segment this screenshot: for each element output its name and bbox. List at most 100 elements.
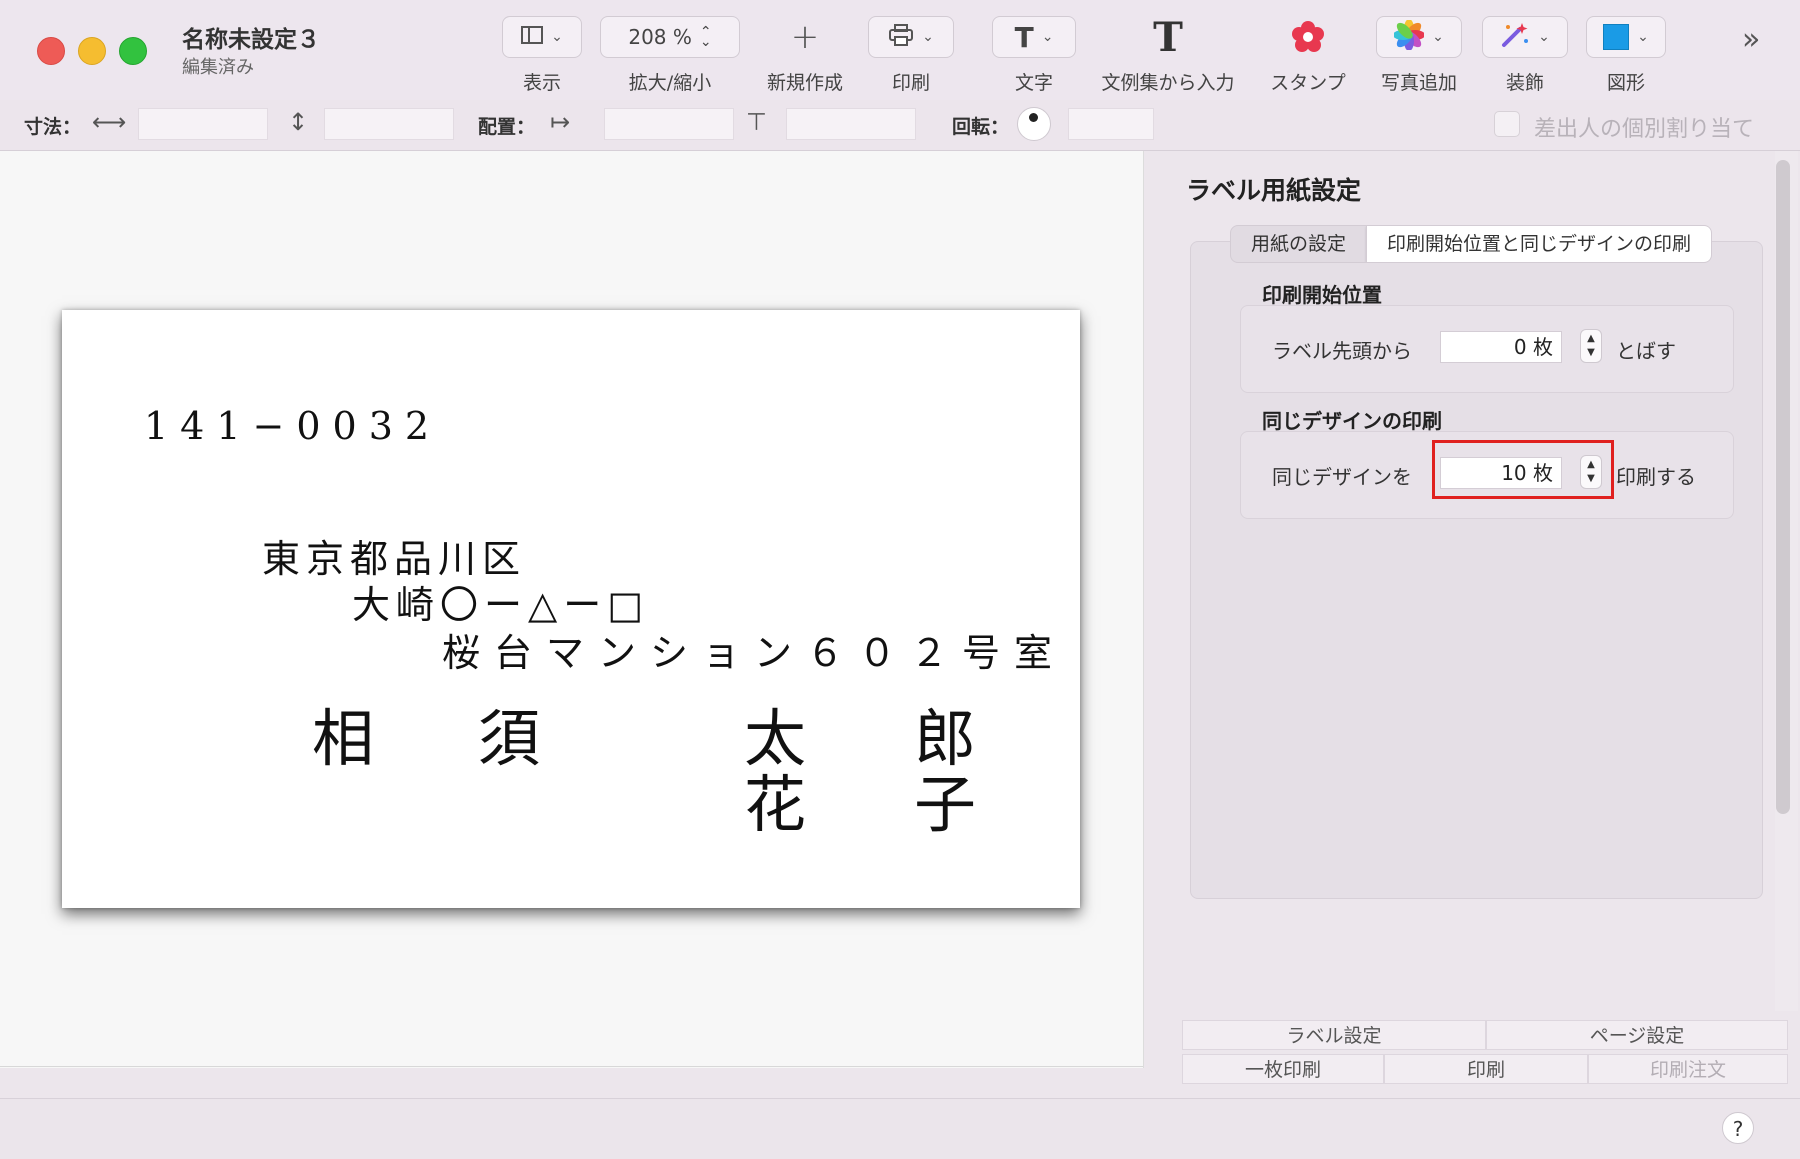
decoration-button[interactable]: ⌄ [1482,16,1568,58]
serif-t-icon[interactable]: T [1096,14,1240,61]
new-toolbar-item[interactable]: + 新規作成 [762,16,848,95]
document-title: 名称未設定３ [182,27,320,53]
help-button[interactable]: ? [1722,1112,1754,1144]
label-settings-panel: ラベル用紙設定 用紙の設定 印刷開始位置と同じデザインの印刷 印刷開始位置 ラベ… [1170,151,1775,1011]
stepper-up-icon[interactable]: ▲ [1587,332,1595,346]
titlebar: 名称未設定３ 編集済み ⌄ 表示 208 % ⌃ ⌄ 拡大/縮小 + 新規作成 ⌄ [0,0,1800,101]
property-bar: 寸法： ⟷ ↕ 配置： ↦ ⊤ 回転： [0,100,1800,151]
same-row-label: 同じデザインを [1272,465,1412,489]
photos-icon [1393,18,1426,55]
panel-tabs: 用紙の設定 印刷開始位置と同じデザインの印刷 [1230,225,1713,263]
size-label: 寸法： [24,116,82,138]
panel-bottom-buttons: ラベル設定 ページ設定 一枚印刷 印刷 印刷注文 [1182,1020,1788,1090]
zoom-window-button[interactable] [119,37,147,65]
view-toolbar-item[interactable]: ⌄ 表示 [502,16,582,95]
start-position-group-title: 印刷開始位置 [1262,283,1382,307]
address-line-3[interactable]: 桜台マンション６０２号室 [442,622,1066,677]
print-panel-button[interactable]: 印刷 [1384,1054,1588,1084]
updown-chevron-icon[interactable]: ⌃ ⌄ [700,25,712,49]
height-icon: ↕ [288,108,309,136]
phrases-toolbar-item[interactable]: T 文例集から入力 [1096,14,1240,95]
print-toolbar-item[interactable]: ⌄ 印刷 [868,16,954,95]
given-name-2-char-1[interactable]: 花 [744,754,806,844]
chevron-down-icon: ⌄ [922,29,934,45]
text-button[interactable]: T ⌄ [992,16,1076,58]
photo-label: 写真追加 [1380,72,1457,94]
skip-suffix-label: とばす [1616,339,1676,363]
shape-button[interactable]: ⌄ [1586,16,1666,58]
sender-assign-label: 差出人の個別割り当て [1534,117,1755,142]
chevron-down-icon: ⌄ [1538,29,1550,45]
surname-char-1[interactable]: 相 [312,688,374,778]
skip-count-field[interactable]: 0 枚 [1440,331,1562,363]
sender-assign-checkbox[interactable] [1494,111,1520,137]
magic-wand-icon [1500,21,1530,54]
page-settings-button[interactable]: ページ設定 [1486,1020,1788,1050]
postal-code[interactable]: 141−0032 [144,404,441,448]
address-line-2[interactable]: 大崎〇ー△ー□ [352,574,649,629]
status-bar [0,1098,1800,1159]
stepper-down-icon[interactable]: ▼ [1587,346,1595,360]
zoom-toolbar-item[interactable]: 208 % ⌃ ⌄ 拡大/縮小 [600,16,740,95]
text-toolbar-item[interactable]: T ⌄ 文字 [992,16,1076,95]
align-label: 配置： [478,116,536,138]
label-preview[interactable]: 141−0032 東京都品川区 大崎〇ー△ー□ 桜台マンション６０２号室 相 須… [62,310,1080,908]
canvas-divider [0,1066,1143,1067]
surname-char-2[interactable]: 須 [478,688,540,778]
phrases-label: 文例集から入力 [1101,72,1235,94]
print-order-button[interactable]: 印刷注文 [1588,1054,1788,1084]
rotation-field[interactable] [1068,108,1154,140]
sidebar-icon [521,25,544,49]
chevron-down-icon: ⌄ [1432,29,1444,45]
text-t-icon: T [1014,20,1034,54]
photo-button[interactable]: ⌄ [1376,16,1462,58]
photo-toolbar-item[interactable]: ⌄ 写真追加 [1376,16,1462,95]
panel-scrollbar[interactable] [1776,160,1790,814]
rotation-dial[interactable] [1017,107,1051,141]
rotate-label: 回転： [952,116,1010,138]
label-settings-button[interactable]: ラベル設定 [1182,1020,1486,1050]
minimize-button[interactable] [78,37,106,65]
tab-start-position[interactable]: 印刷開始位置と同じデザインの印刷 [1366,226,1712,262]
print-button[interactable]: ⌄ [868,16,954,58]
given-name-2-char-2[interactable]: 子 [914,754,976,844]
square-shape-icon [1603,24,1630,50]
width-icon: ⟷ [92,108,127,136]
print-label: 印刷 [891,72,930,94]
chevron-down-icon: ⌄ [1041,29,1054,45]
close-button[interactable] [37,37,65,65]
chevron-down-icon: ⌄ [1637,29,1649,45]
horizontal-position-icon: ↦ [550,108,571,136]
width-field[interactable] [138,108,268,140]
shape-toolbar-item[interactable]: ⌄ 図形 [1586,16,1666,95]
document-status: 編集済み [182,57,254,78]
printer-icon [888,23,914,51]
view-label: 表示 [522,72,561,94]
decoration-toolbar-item[interactable]: ⌄ 装飾 [1482,16,1568,95]
copies-highlight-box [1432,440,1614,499]
new-label: 新規作成 [766,72,843,94]
decoration-label: 装飾 [1505,72,1544,94]
start-row-label: ラベル先頭から [1272,339,1412,363]
same-design-group-title: 同じデザインの印刷 [1262,409,1442,433]
text-label: 文字 [1014,72,1053,94]
toolbar-overflow-icon[interactable]: » [1742,22,1760,57]
shape-label: 図形 [1606,72,1645,94]
stamp-toolbar-item[interactable]: スタンプ [1266,16,1350,95]
y-position-field[interactable] [786,108,916,140]
zoom-control[interactable]: 208 % ⌃ ⌄ [600,16,740,58]
tab-paper-settings[interactable]: 用紙の設定 [1231,226,1366,262]
height-field[interactable] [324,108,454,140]
stamp-flower-icon[interactable] [1266,16,1350,58]
chevron-down-icon: ⌄ [551,29,563,45]
panel-title: ラベル用紙設定 [1186,176,1362,205]
x-position-field[interactable] [604,108,734,140]
vertical-position-icon: ⊤ [746,108,767,136]
zoom-label: 拡大/縮小 [628,72,712,94]
view-button[interactable]: ⌄ [502,16,582,58]
skip-count-stepper[interactable]: ▲ ▼ [1580,329,1602,363]
copies-suffix-label: 印刷する [1616,465,1696,489]
zoom-value: 208 % [628,25,692,49]
plus-icon[interactable]: + [762,16,848,58]
single-print-button[interactable]: 一枚印刷 [1182,1054,1384,1084]
